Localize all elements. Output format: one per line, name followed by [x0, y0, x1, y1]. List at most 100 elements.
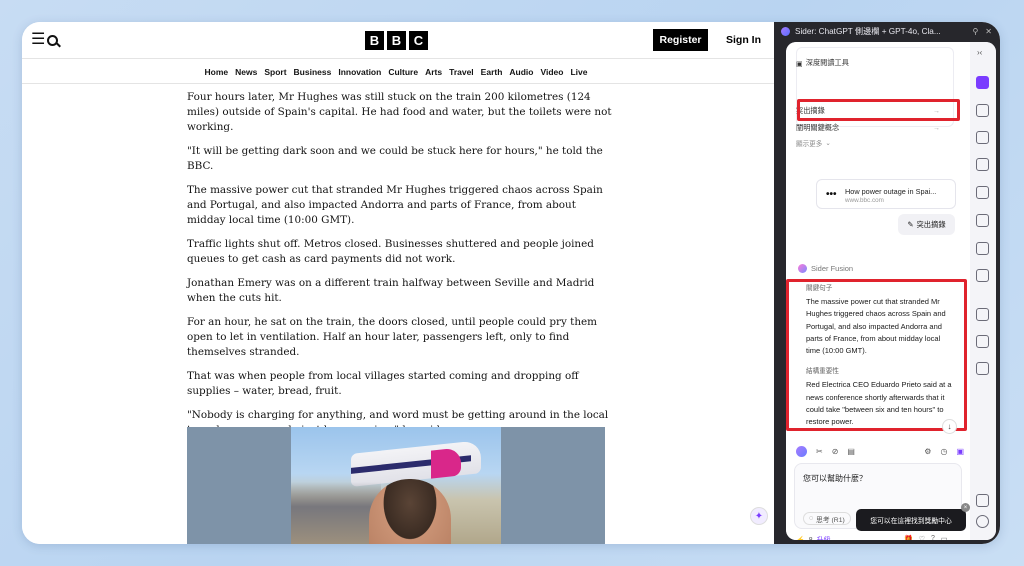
- footer-icons: 🎁 ♡ ? ▭: [904, 535, 948, 540]
- logo-letter: C: [409, 31, 428, 50]
- sider-float-icon[interactable]: ✦: [750, 507, 768, 525]
- settings-rail-icon[interactable]: [976, 515, 989, 528]
- nav-item-news[interactable]: News: [235, 67, 257, 83]
- toolbox-rail-icon[interactable]: [976, 269, 989, 282]
- article-paragraph: That was when people from local villages…: [187, 370, 579, 397]
- nav-item-home[interactable]: Home: [205, 67, 229, 83]
- close-icon[interactable]: ✕: [985, 27, 992, 36]
- bbc-page: ☰ B B C Register Sign In Home News Sport…: [22, 22, 774, 544]
- bot-name: Sider Fusion: [811, 264, 854, 273]
- article-paragraph: Jonathan Emery was on a different train …: [187, 277, 595, 304]
- nav-item-arts[interactable]: Arts: [425, 67, 442, 83]
- nav-item-travel[interactable]: Travel: [449, 67, 474, 83]
- credits-count: 8: [808, 536, 813, 541]
- think-label: 思考 (R1): [816, 516, 845, 524]
- nav-item-audio[interactable]: Audio: [509, 67, 533, 83]
- register-button[interactable]: Register: [653, 29, 708, 51]
- photo-scene: [291, 427, 501, 544]
- arrow-right-icon: →: [933, 124, 940, 132]
- pin-icon[interactable]: ⚲: [972, 27, 978, 36]
- search-icon: [47, 34, 59, 46]
- article-paragraph: For an hour, he sat on the train, the do…: [187, 316, 598, 358]
- title-actions: ⚲ ✕: [972, 27, 1000, 36]
- history-icon[interactable]: ◷: [940, 447, 947, 456]
- chevron-down-icon: ⌄: [825, 140, 831, 147]
- link-url: www.bbc.com: [845, 197, 884, 204]
- tool-label: 深度閱讀工具: [805, 58, 849, 67]
- nav-item-business[interactable]: Business: [294, 67, 332, 83]
- reward-tooltip: 您可以在這裡找到獎勵中心: [856, 509, 966, 531]
- menu-icon: ☰: [31, 31, 46, 48]
- expand-icon[interactable]: ›‹: [977, 48, 982, 57]
- tooltip-close-icon[interactable]: ×: [961, 503, 970, 512]
- upgrade-link[interactable]: 升級: [817, 535, 831, 540]
- show-more-link[interactable]: 顯示更多 ⌄: [796, 138, 831, 148]
- article-photo: [187, 427, 605, 544]
- nav-item-culture[interactable]: Culture: [388, 67, 418, 83]
- menu-search-button[interactable]: ☰: [31, 31, 59, 48]
- phone-rail-icon[interactable]: [976, 494, 989, 507]
- new-chat-icon[interactable]: ▣: [956, 447, 964, 456]
- nav-item-innovation[interactable]: Innovation: [338, 67, 381, 83]
- chat-area: ▣ 深度閱讀工具 突出摘錄 → 闡明關鍵概念 → 顯示更多 ⌄ ••• How …: [786, 42, 970, 540]
- nav-item-sport[interactable]: Sport: [264, 67, 286, 83]
- composer-toolbar: ✂ ⊘ ▤ ⚙ ◷ ▣: [796, 444, 964, 458]
- think-toggle[interactable]: ◌ 思考 (R1): [803, 512, 851, 525]
- clipboard-rail-icon[interactable]: [976, 186, 989, 199]
- gift-icon[interactable]: 🎁: [904, 535, 913, 540]
- book-icon: ▣: [796, 58, 803, 68]
- fusion-logo-icon: [798, 264, 807, 273]
- credits-bar: ⚡ 8 升級: [796, 535, 831, 541]
- user-message-pill: ✎ 突出摘錄: [898, 214, 955, 235]
- highlight-box-answer: [786, 279, 967, 431]
- sider-logo-icon: [781, 26, 790, 36]
- crowd-shape: [291, 482, 381, 544]
- attach-icon[interactable]: ⊘: [832, 447, 839, 456]
- globe-rail-icon[interactable]: [976, 308, 989, 321]
- chat-rail-icon[interactable]: [976, 76, 989, 89]
- tool-rail: ›‹: [970, 42, 996, 540]
- tool-label: 闡明關鍵概念: [796, 123, 840, 132]
- article-paragraph: Traffic lights shut off. Metros closed. …: [187, 238, 594, 265]
- signin-link[interactable]: Sign In: [726, 34, 761, 46]
- write-rail-icon[interactable]: [976, 104, 989, 117]
- pdf-rail-icon[interactable]: [976, 335, 989, 348]
- article-paragraph: Four hours later, Mr Hughes was still st…: [187, 91, 612, 133]
- logo-letter: B: [387, 31, 406, 50]
- bot-header: Sider Fusion: [798, 264, 853, 273]
- bbc-logo[interactable]: B B C: [365, 31, 428, 50]
- translate-rail-icon[interactable]: [976, 131, 989, 144]
- highlight-pen-icon: ✎: [907, 220, 914, 229]
- input-placeholder: 您可以幫助什麼？: [803, 474, 867, 483]
- sider-panel: Sider: ChatGPT 側邊欄 + GPT-4o, Cla... ⚲ ✕ …: [774, 22, 1000, 544]
- scissors-icon[interactable]: ✂: [816, 447, 823, 456]
- bbc-nav: Home News Sport Business Innovation Cult…: [22, 60, 774, 84]
- nav-item-earth[interactable]: Earth: [481, 67, 503, 83]
- tool-key-concepts[interactable]: 闡明關鍵概念 →: [796, 123, 940, 133]
- chat-icon[interactable]: ▭: [941, 535, 948, 540]
- nav-item-live[interactable]: Live: [570, 67, 587, 83]
- search-rail-icon[interactable]: [976, 242, 989, 255]
- panel-body: ▣ 深度閱讀工具 突出摘錄 → 闡明關鍵概念 → 顯示更多 ⌄ ••• How …: [786, 42, 996, 540]
- layout-rail-icon[interactable]: [976, 362, 989, 375]
- ocr-rail-icon[interactable]: [976, 158, 989, 171]
- help-icon[interactable]: ?: [931, 535, 935, 540]
- scroll-down-button[interactable]: ↓: [942, 419, 957, 434]
- logo-letter: B: [365, 31, 384, 50]
- tooltip-text: 您可以在這裡找到獎勵中心: [870, 518, 952, 525]
- train-nose-shape: [431, 447, 461, 479]
- think-icon: ◌: [809, 515, 814, 522]
- lightning-icon: ⚡: [796, 536, 805, 540]
- tool-deep-read[interactable]: ▣ 深度閱讀工具: [796, 58, 849, 68]
- page-link-card[interactable]: ••• How power outage in Spai... www.bbc.…: [816, 179, 956, 209]
- nav-item-video[interactable]: Video: [540, 67, 563, 83]
- user-message: 突出摘錄: [916, 219, 946, 229]
- bbc-header: ☰ B B C Register Sign In: [22, 22, 774, 59]
- book-open-icon[interactable]: ▤: [847, 447, 855, 456]
- settings-slider-icon[interactable]: ⚙: [924, 447, 931, 456]
- model-selector-icon[interactable]: [796, 445, 807, 457]
- panel-title: Sider: ChatGPT 側邊欄 + GPT-4o, Cla...: [795, 27, 941, 36]
- heart-icon[interactable]: ♡: [919, 535, 925, 540]
- help-rail-icon[interactable]: [976, 214, 989, 227]
- highlight-box-tool: [797, 99, 960, 121]
